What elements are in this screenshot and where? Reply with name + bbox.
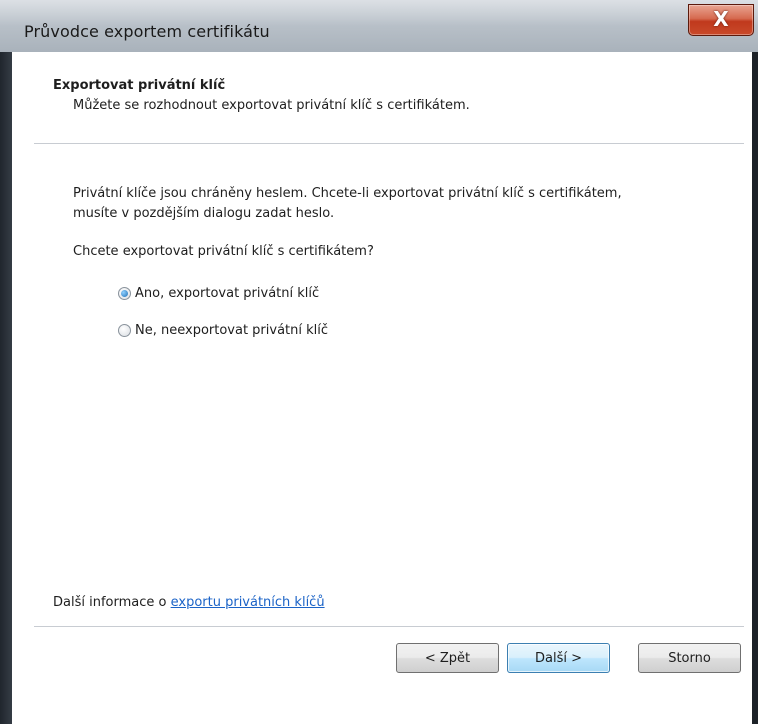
private-key-export-help-link[interactable]: exportu privátních klíčů: [171, 595, 325, 610]
description-text: Privátní klíče jsou chráněny heslem. Chc…: [73, 184, 733, 224]
radio-export-no[interactable]: Ne, neexportovat privátní klíč: [118, 321, 328, 339]
window-frame-left: [0, 52, 12, 724]
radio-export-yes-label[interactable]: Ano, exportovat privátní klíč: [135, 286, 319, 301]
radio-selected-icon[interactable]: [118, 286, 131, 300]
window-title: Průvodce exportem certifikátu: [24, 22, 270, 41]
wizard-content: Exportovat privátní klíč Můžete se rozho…: [12, 52, 752, 724]
more-info: Další informace o exportu privátních klí…: [53, 595, 325, 610]
description-line-2: musíte v pozdějším dialogu zadat heslo.: [73, 206, 335, 221]
footer-divider: [34, 626, 744, 628]
back-button[interactable]: < Zpět: [396, 643, 499, 673]
cancel-button[interactable]: Storno: [638, 643, 741, 673]
radio-export-yes[interactable]: Ano, exportovat privátní klíč: [118, 284, 319, 302]
page-title: Exportovat privátní klíč: [53, 78, 226, 93]
close-button[interactable]: X: [688, 4, 754, 36]
radio-unselected-icon[interactable]: [118, 323, 131, 337]
title-bar[interactable]: Průvodce exportem certifikátu X: [0, 0, 758, 52]
page-subtitle: Můžete se rozhodnout exportovat privátní…: [73, 98, 470, 113]
certificate-export-wizard-window: Průvodce exportem certifikátu X Exportov…: [0, 0, 758, 724]
more-info-prefix: Další informace o: [53, 595, 171, 610]
radio-export-no-label[interactable]: Ne, neexportovat privátní klíč: [135, 323, 328, 338]
wizard-header: Exportovat privátní klíč Můžete se rozho…: [12, 52, 752, 144]
export-question: Chcete exportovat privátní klíč s certif…: [73, 244, 374, 259]
close-icon: X: [713, 7, 729, 31]
header-divider: [34, 143, 744, 145]
description-line-1: Privátní klíče jsou chráněny heslem. Chc…: [73, 186, 622, 201]
next-button[interactable]: Další >: [507, 643, 610, 673]
window-frame-right: [752, 52, 758, 724]
